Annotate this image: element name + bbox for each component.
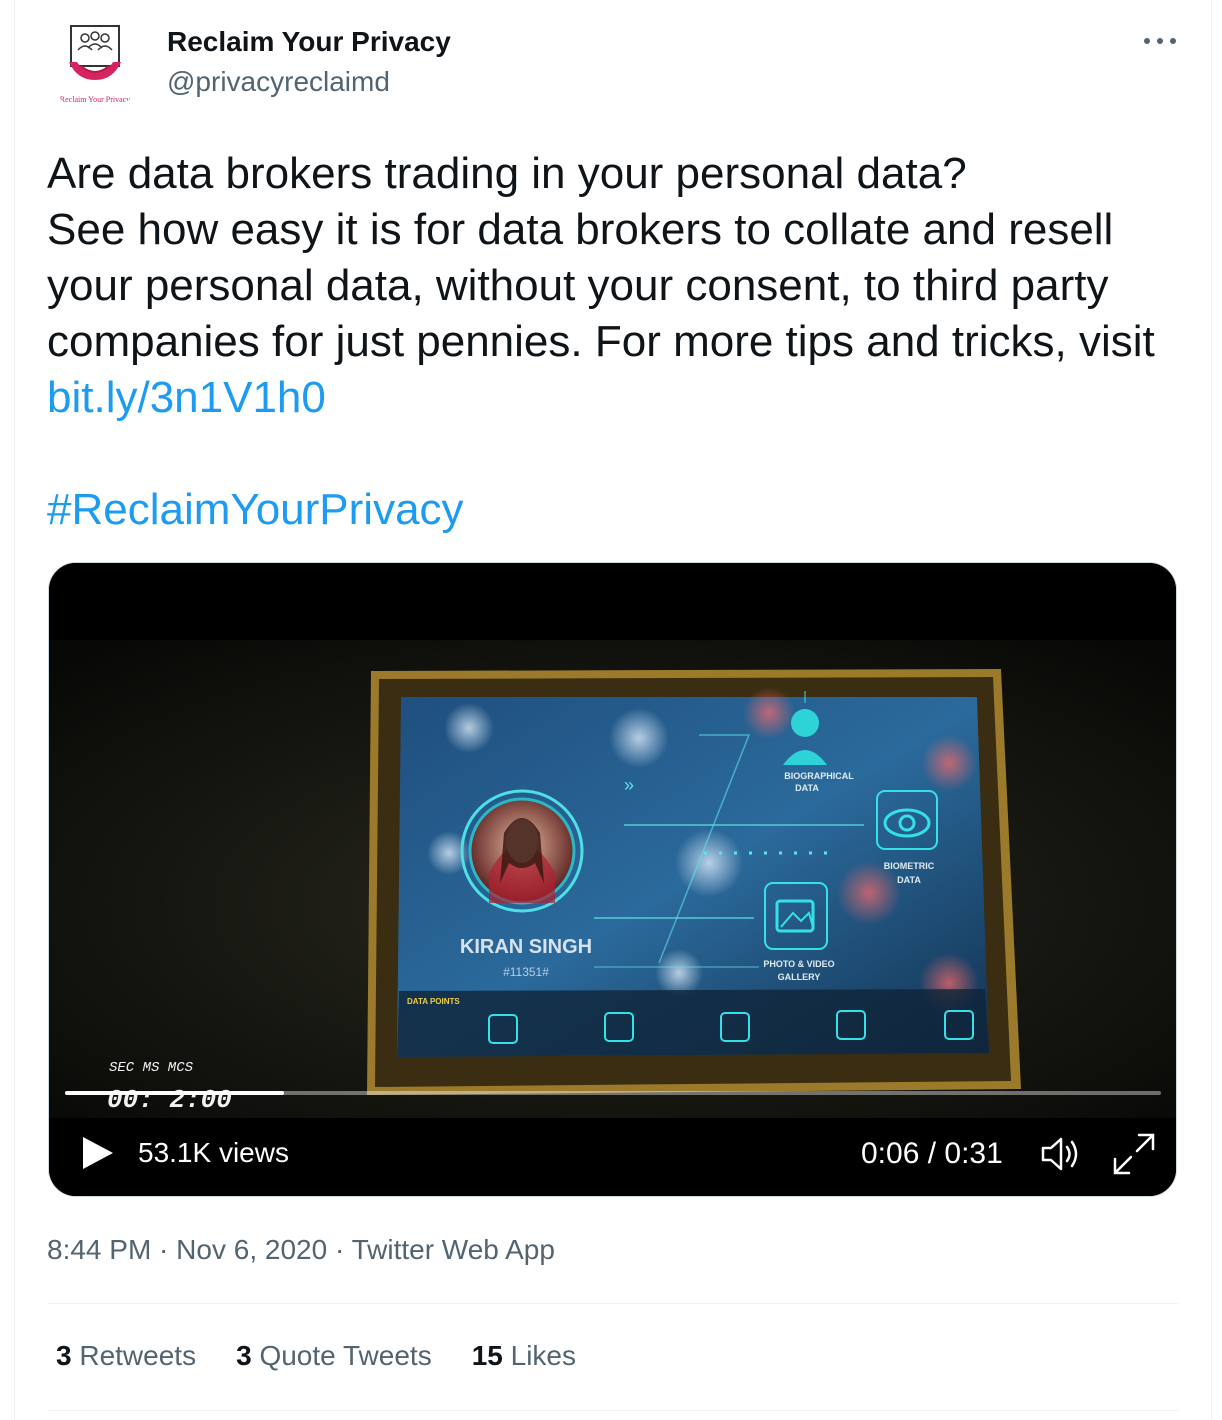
avatar[interactable]: Reclaim Your Privacy <box>47 18 143 114</box>
video-frame: » KIRAN SINGH #11351# BIOGRAPHICAL DATA … <box>49 563 1176 1196</box>
volume-button[interactable] <box>1039 1133 1083 1175</box>
more-icon <box>1144 38 1150 44</box>
video-person-id: #11351# <box>503 965 549 979</box>
video-person-name: KIRAN SINGH <box>460 936 592 958</box>
likes-stat[interactable]: 15 Likes <box>472 1340 576 1372</box>
divider <box>47 1410 1179 1411</box>
video-label-data-points: DATA POINTS <box>407 997 460 1006</box>
more-icon <box>1157 38 1163 44</box>
frame-border-right <box>1211 0 1212 1420</box>
engagement-stats: 3 Retweets 3 Quote Tweets 15 Likes <box>56 1340 576 1372</box>
video-label-biometric-data: DATA <box>897 875 921 885</box>
frame-border-left <box>14 0 15 1420</box>
play-button[interactable] <box>77 1133 117 1173</box>
display-name[interactable]: Reclaim Your Privacy <box>167 26 451 58</box>
avatar-logo-text: Reclaim Your Privacy <box>60 95 130 104</box>
tweet-time[interactable]: 8:44 PM <box>47 1234 151 1265</box>
video-progress-bar[interactable] <box>65 1091 1161 1095</box>
video-label-biometric: BIOMETRIC <box>884 861 935 871</box>
video-player[interactable]: » KIRAN SINGH #11351# BIOGRAPHICAL DATA … <box>48 562 1177 1197</box>
tweet-text: Are data brokers trading in your persona… <box>47 146 1187 426</box>
view-count: 53.1K views <box>138 1137 289 1168</box>
more-options-button[interactable] <box>1140 26 1180 56</box>
quote-tweets-count: 3 <box>236 1340 252 1371</box>
video-label-gallery: GALLERY <box>778 972 821 982</box>
user-handle[interactable]: @privacyreclaimd <box>167 66 390 98</box>
video-progress-fill <box>65 1091 285 1095</box>
video-label-biographical-data: DATA <box>795 783 819 793</box>
play-icon <box>83 1137 113 1169</box>
quote-tweets-stat[interactable]: 3 Quote Tweets <box>236 1340 432 1372</box>
meta-separator: · <box>327 1234 352 1265</box>
video-label-biographical: BIOGRAPHICAL <box>784 771 854 781</box>
retweets-count: 3 <box>56 1340 72 1371</box>
volume-icon <box>1041 1137 1078 1171</box>
retweets-label: Retweets <box>79 1340 197 1371</box>
divider <box>47 1303 1179 1304</box>
privacy-logo-icon: Reclaim Your Privacy <box>60 25 130 104</box>
more-icon <box>1170 38 1176 44</box>
likes-label: Likes <box>510 1340 577 1371</box>
video-timer-labels: SEC MS MCS <box>109 1060 194 1076</box>
fullscreen-icon <box>1113 1133 1155 1175</box>
video-timer-value: 00: 2:00 <box>107 1085 232 1115</box>
tweet-source[interactable]: Twitter Web App <box>352 1234 555 1265</box>
video-time: 0:06 / 0:31 <box>861 1137 1003 1170</box>
fullscreen-button[interactable] <box>1111 1131 1157 1177</box>
quote-tweets-label: Quote Tweets <box>259 1340 432 1371</box>
tweet-meta: 8:44 PM · Nov 6, 2020 · Twitter Web App <box>47 1234 555 1266</box>
meta-separator: · <box>151 1234 177 1265</box>
hashtag-link[interactable]: #ReclaimYourPrivacy <box>47 482 464 538</box>
svg-text:»: » <box>624 775 634 795</box>
likes-count: 15 <box>471 1340 503 1371</box>
tweet-link[interactable]: bit.ly/3n1V1h0 <box>47 373 326 422</box>
video-label-photo-video: PHOTO & VIDEO <box>763 959 834 969</box>
tweet-body: Are data brokers trading in your persona… <box>47 149 1155 366</box>
tweet-date[interactable]: Nov 6, 2020 <box>176 1234 327 1265</box>
retweets-stat[interactable]: 3 Retweets <box>56 1340 196 1372</box>
